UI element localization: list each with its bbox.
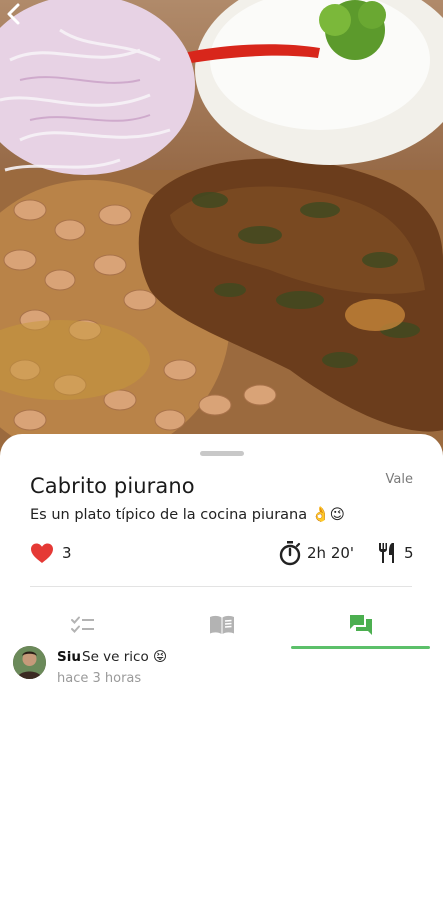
likes-count: 3 (62, 544, 72, 562)
tab-ingredients[interactable] (13, 602, 153, 648)
drag-handle[interactable] (200, 451, 244, 456)
comment-time: hace 3 horas (57, 671, 142, 686)
recipe-detail-sheet: Cabrito piurano Vale Es un plato típico … (0, 434, 443, 900)
section-divider (30, 586, 412, 587)
tab-comments[interactable] (291, 602, 431, 648)
servings-count: 5 (404, 544, 414, 562)
book-icon (210, 615, 234, 634)
checklist-icon (71, 616, 94, 633)
timer-icon (279, 541, 301, 566)
comment-text: Se ve rico 😝 (82, 649, 168, 665)
recipe-description: Es un plato típico de la cocina piurana … (30, 507, 345, 523)
cook-time: 2h 20' (307, 544, 355, 562)
recipe-hero-image (0, 0, 443, 470)
recipe-tabs (0, 602, 443, 649)
recipe-stats: 3 2h 20' 5 (30, 540, 416, 568)
back-icon[interactable] (0, 0, 28, 28)
recipe-author[interactable]: Vale (386, 472, 413, 487)
comment-item: Siu Se ve rico 😝 hace 3 horas (13, 646, 433, 696)
tab-steps[interactable] (152, 602, 292, 648)
avatar[interactable] (13, 646, 46, 679)
comment-user[interactable]: Siu (57, 649, 81, 665)
recipe-title: Cabrito piurano (30, 474, 195, 498)
fork-knife-icon (379, 543, 394, 563)
heart-icon[interactable] (30, 542, 54, 564)
chat-icon (350, 615, 372, 635)
